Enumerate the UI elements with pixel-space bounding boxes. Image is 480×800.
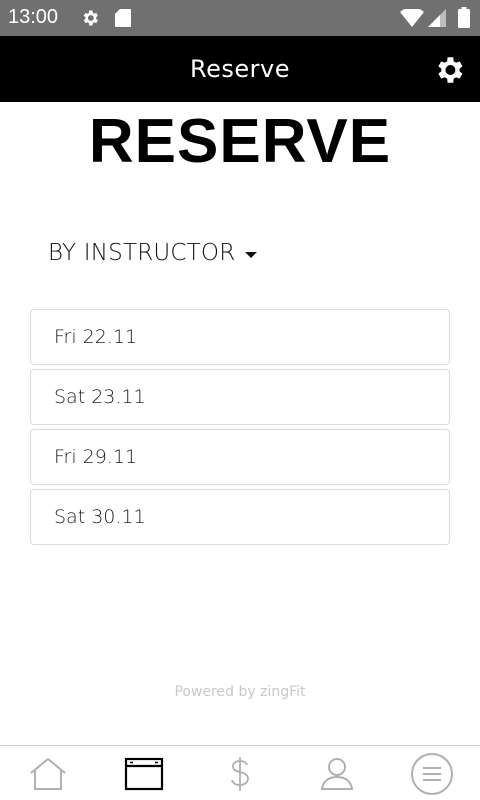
page-title: RESERVE [88, 107, 392, 176]
date-item[interactable]: Sat 23.11 [30, 369, 450, 425]
date-label: Sat 30.11 [54, 506, 146, 528]
settings-status-icon [83, 10, 98, 26]
date-item[interactable]: Fri 29.11 [30, 429, 450, 485]
date-list: Fri 22.11 Sat 23.11 Fri 29.11 Sat 30.11 [30, 309, 450, 549]
date-item[interactable]: Sat 30.11 [30, 489, 450, 545]
bottom-nav [0, 745, 480, 800]
date-label: Sat 23.11 [54, 386, 146, 408]
date-item[interactable]: Fri 22.11 [30, 309, 450, 365]
app-bar-title: Reserve [190, 55, 290, 83]
nav-home[interactable] [26, 754, 70, 794]
home-icon [30, 757, 66, 790]
nav-profile[interactable] [315, 754, 359, 794]
settings-gear-icon[interactable] [432, 53, 466, 87]
menu-icon [411, 753, 453, 795]
date-label: Fri 22.11 [54, 326, 138, 348]
status-bar: 13:00 [0, 0, 480, 36]
nav-buy[interactable] [218, 754, 262, 794]
date-label: Fri 29.11 [54, 446, 138, 468]
caret-down-icon [245, 252, 258, 258]
signal-icon [428, 9, 446, 27]
filter-dropdown[interactable]: BY INSTRUCTOR [48, 236, 258, 270]
wifi-icon [400, 9, 424, 27]
dollar-icon [231, 757, 249, 791]
profile-icon [320, 758, 354, 790]
sd-card-icon [115, 9, 131, 27]
nav-menu[interactable] [410, 753, 454, 795]
powered-by-text: Powered by zingFit [174, 684, 306, 700]
filter-dropdown-label: BY INSTRUCTOR [48, 240, 236, 266]
nav-reserve[interactable] [122, 754, 166, 794]
battery-icon [458, 7, 470, 28]
status-time: 13:00 [8, 6, 59, 28]
calendar-icon [124, 757, 164, 791]
app-bar: Reserve [0, 36, 480, 102]
